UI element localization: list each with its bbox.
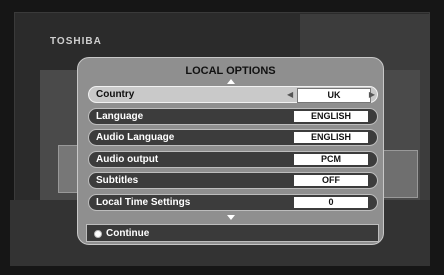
scroll-down-arrow-icon[interactable] xyxy=(227,215,235,220)
continue-label: Continue xyxy=(106,228,150,239)
country-value[interactable]: UK xyxy=(297,88,371,103)
local-options-dialog: LOCAL OPTIONS Country UK ◀ ▶ Language EN… xyxy=(77,57,384,245)
background-panel xyxy=(380,150,418,198)
right-chevron-icon[interactable]: ▶ xyxy=(369,90,375,99)
scroll-up-arrow-icon[interactable] xyxy=(227,79,235,84)
language-value[interactable]: ENGLISH xyxy=(294,111,368,122)
dialog-title: LOCAL OPTIONS xyxy=(185,65,276,77)
row-local-time-settings[interactable]: Local Time Settings 0 xyxy=(88,194,378,211)
row-subtitles[interactable]: Subtitles OFF xyxy=(88,172,378,189)
radio-bullet-icon xyxy=(94,230,102,238)
row-audio-output[interactable]: Audio output PCM xyxy=(88,151,378,168)
row-label: Language xyxy=(96,111,144,122)
row-label: Country xyxy=(96,89,135,100)
toshiba-logo: TOSHIBA xyxy=(50,36,102,47)
local-time-value[interactable]: 0 xyxy=(294,197,368,208)
continue-button[interactable]: Continue xyxy=(86,224,379,242)
row-audio-language[interactable]: Audio Language ENGLISH xyxy=(88,129,378,146)
row-country[interactable]: Country UK ◀ ▶ xyxy=(88,86,378,103)
row-label: Local Time Settings xyxy=(96,197,191,208)
subtitles-value[interactable]: OFF xyxy=(294,175,368,186)
left-chevron-icon[interactable]: ◀ xyxy=(287,90,293,99)
row-label: Subtitles xyxy=(96,175,139,186)
row-label: Audio output xyxy=(96,154,159,165)
audio-language-value[interactable]: ENGLISH xyxy=(294,132,368,143)
row-language[interactable]: Language ENGLISH xyxy=(88,108,378,125)
row-label: Audio Language xyxy=(96,132,175,143)
audio-output-value[interactable]: PCM xyxy=(294,154,368,165)
